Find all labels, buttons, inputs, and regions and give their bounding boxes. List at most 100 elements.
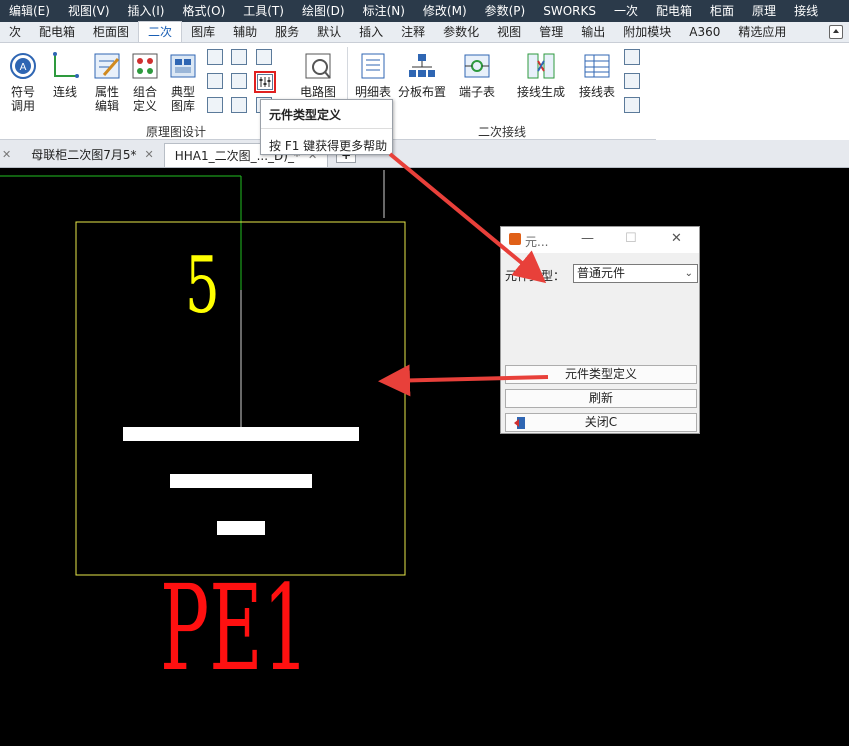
refresh-button[interactable]: 刷新 — [505, 389, 697, 408]
symbol-call-button[interactable]: A 符号 调用 — [6, 51, 40, 113]
terminal-table-button[interactable]: 端子表 — [454, 51, 500, 99]
menu-sworks[interactable]: SWORKS — [534, 0, 605, 22]
circuit-diagram-label: 电路图 — [299, 85, 336, 99]
small-tool-3-icon[interactable] — [256, 49, 272, 65]
tab-default[interactable]: 默认 — [308, 22, 350, 42]
attr-edit-label: 属性 编辑 — [94, 85, 119, 113]
board-layout-button[interactable]: 分板布置 — [396, 51, 448, 99]
doc-tab-label: 母联柜二次图7月5* — [31, 148, 137, 162]
tab-annotate[interactable]: 注释 — [392, 22, 434, 42]
doc-tab-partial[interactable]: ✕ — [0, 143, 21, 167]
detail-list-button[interactable]: 明细表 — [352, 51, 394, 99]
close-button[interactable]: 关闭C — [505, 413, 697, 432]
dialog-title: 元... — [525, 235, 549, 249]
doc-tab-busbar[interactable]: 母联柜二次图7月5* ✕ — [21, 143, 164, 167]
tab-distribution-box[interactable]: 配电箱 — [30, 22, 84, 42]
group-define-button[interactable]: 组合 定义 — [128, 51, 162, 113]
menu-distribution-box[interactable]: 配电箱 — [647, 0, 701, 22]
small-tool-10-icon[interactable] — [624, 49, 640, 65]
drawing-canvas[interactable]: 5 PE1 — [0, 168, 849, 746]
wiring-generate-icon — [526, 51, 556, 81]
symbol-call-label: 符号 调用 — [10, 85, 35, 113]
attr-edit-icon — [92, 51, 122, 81]
close-icon[interactable]: ✕ — [2, 143, 11, 167]
menu-view[interactable]: 视图(V) — [59, 0, 119, 22]
tab-output[interactable]: 输出 — [572, 22, 614, 42]
typical-library-button[interactable]: 典型 图库 — [166, 51, 200, 113]
small-tool-11-icon[interactable] — [624, 73, 640, 89]
menu-tools[interactable]: 工具(T) — [234, 0, 293, 22]
typical-library-icon — [168, 51, 198, 81]
tab-addins[interactable]: 附加模块 — [614, 22, 680, 42]
menu-format[interactable]: 格式(O) — [173, 0, 234, 22]
tab-cabinet-face[interactable]: 柜面图 — [84, 22, 138, 42]
tab-manage[interactable]: 管理 — [530, 22, 572, 42]
small-tool-8-icon[interactable] — [231, 97, 247, 113]
ribbon-tab-bar: 次 配电箱 柜面图 二次 图库 辅助 服务 默认 插入 注释 参数化 视图 管理… — [0, 21, 849, 43]
component-type-dialog: 元... — ☐ ✕ 元件类型： 普通元件 ⌄ 元件类型定义 刷新 关闭C — [500, 226, 700, 434]
wiring-table-label: 接线表 — [578, 85, 615, 99]
menu-edit[interactable]: 编辑(E) — [0, 0, 59, 22]
menu-bar: 编辑(E) 视图(V) 插入(I) 格式(O) 工具(T) 绘图(D) 标注(N… — [0, 0, 849, 22]
tooltip-help-text: 按 F1 键获得更多帮助 — [269, 139, 388, 153]
connect-line-icon — [50, 51, 80, 81]
tab-view[interactable]: 视图 — [488, 22, 530, 42]
menu-primary[interactable]: 一次 — [605, 0, 647, 22]
dialog-titlebar[interactable]: 元... — ☐ ✕ — [501, 227, 699, 253]
small-tool-4-icon[interactable] — [207, 73, 223, 89]
chevron-down-icon: ⌄ — [684, 268, 693, 279]
small-tool-7-icon[interactable] — [207, 97, 223, 113]
circuit-diagram-icon — [303, 51, 333, 81]
typical-library-label: 典型 图库 — [170, 85, 195, 113]
small-tool-12-icon[interactable] — [624, 97, 640, 113]
menu-modify[interactable]: 修改(M) — [414, 0, 476, 22]
small-tool-5-icon[interactable] — [231, 73, 247, 89]
menu-insert[interactable]: 插入(I) — [119, 0, 174, 22]
svg-text:A: A — [20, 62, 27, 73]
tab-auxiliary[interactable]: 辅助 — [224, 22, 266, 42]
minimize-icon[interactable]: — — [581, 231, 594, 246]
menu-dimension[interactable]: 标注(N) — [354, 0, 414, 22]
document-tab-bar: ✕ 母联柜二次图7月5* ✕ HHA1_二次图_..._D)_* ✕ + — [0, 140, 849, 168]
component-type-define-button[interactable]: 元件类型定义 — [505, 365, 697, 384]
board-layout-label: 分板布置 — [397, 85, 446, 99]
tab-insert[interactable]: 插入 — [350, 22, 392, 42]
menu-schematic[interactable]: 原理 — [743, 0, 785, 22]
menu-wiring[interactable]: 接线 — [785, 0, 827, 22]
wiring-table-button[interactable]: 接线表 — [576, 51, 618, 99]
close-icon[interactable]: ✕ — [671, 231, 682, 246]
tab-secondary[interactable]: 二次 — [138, 21, 183, 42]
board-layout-icon — [407, 51, 437, 81]
connect-line-label: 连线 — [52, 85, 77, 99]
app-logo-icon — [509, 233, 521, 245]
menu-params[interactable]: 参数(P) — [476, 0, 535, 22]
panel-label-secondary-wiring: 二次接线 — [478, 125, 527, 139]
drawing-geometry — [0, 170, 406, 576]
wiring-generate-button[interactable]: 接线生成 — [514, 51, 568, 99]
maximize-icon[interactable]: ☐ — [625, 231, 637, 246]
connect-line-button[interactable]: 连线 — [50, 51, 80, 99]
tooltip-divider — [261, 128, 392, 129]
component-type-label: 元件类型： — [505, 269, 566, 283]
menu-cabinet-face[interactable]: 柜面 — [701, 0, 743, 22]
panel-label-schematic: 原理图设计 — [146, 125, 207, 139]
small-tool-2-icon[interactable] — [231, 49, 247, 65]
exit-door-icon — [514, 417, 525, 429]
ribbon-minimize-button[interactable] — [829, 25, 843, 39]
wiring-generate-label: 接线生成 — [516, 85, 565, 99]
circuit-diagram-button[interactable]: 电路图 — [296, 51, 340, 99]
small-tool-1-icon[interactable] — [207, 49, 223, 65]
tab-service[interactable]: 服务 — [266, 22, 308, 42]
menu-draw[interactable]: 绘图(D) — [293, 0, 354, 22]
tab-featured-apps[interactable]: 精选应用 — [729, 22, 795, 42]
close-icon[interactable]: ✕ — [145, 143, 154, 167]
tab-a360[interactable]: A360 — [680, 22, 729, 42]
highlight-box — [254, 71, 276, 93]
component-type-select[interactable]: 普通元件 ⌄ — [573, 264, 698, 283]
tab-library[interactable]: 图库 — [182, 22, 224, 42]
pe-label-text: PE1 — [160, 559, 310, 697]
tooltip-title: 元件类型定义 — [269, 108, 342, 122]
tab-parametric[interactable]: 参数化 — [434, 22, 488, 42]
tab-partial[interactable]: 次 — [0, 22, 30, 42]
attr-edit-button[interactable]: 属性 编辑 — [90, 51, 124, 113]
